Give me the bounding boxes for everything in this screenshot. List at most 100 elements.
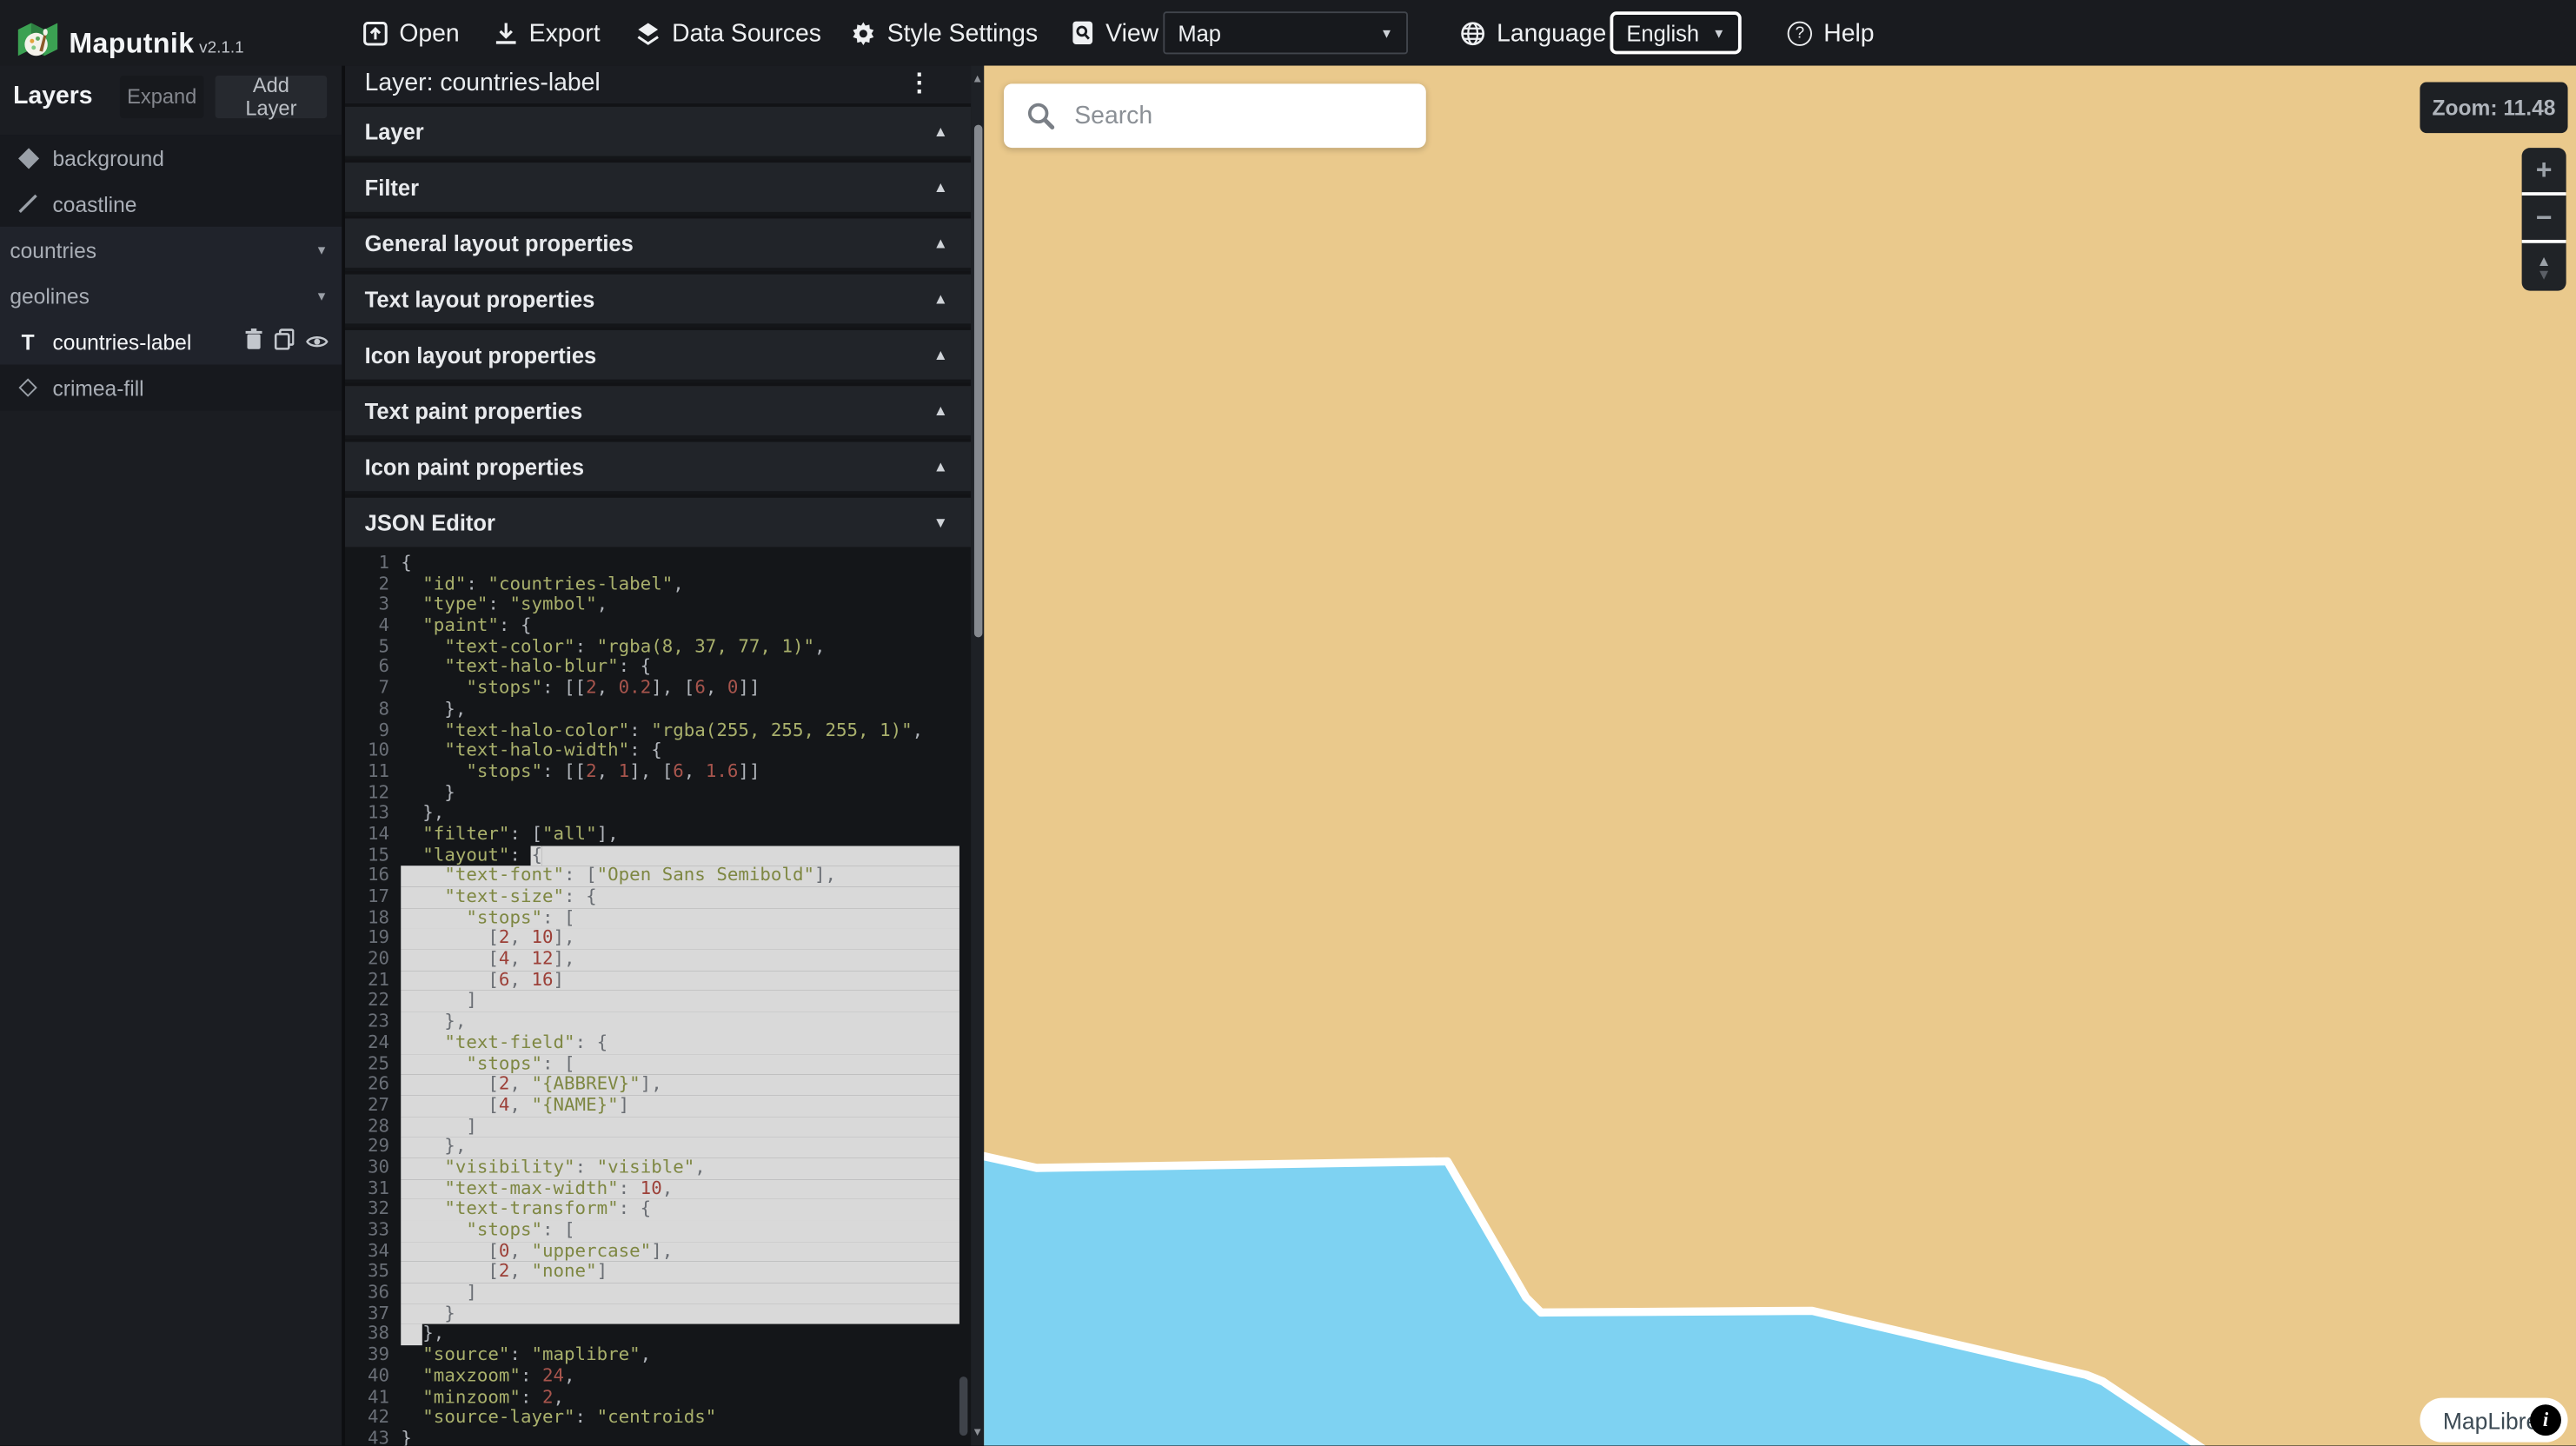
map-attribution: MapLibre i [2420,1398,2567,1443]
json-code-editor[interactable]: 1234567891011121314151617181920212223242… [345,547,971,1445]
view-mode-value: Map [1178,21,1221,45]
code-line[interactable]: "stops": [[2, 1], [6, 1.6]] [401,762,959,783]
app-version: v2.1.1 [199,39,244,57]
code-line[interactable]: "id": "countries-label", [401,574,959,595]
code-line[interactable]: "text-field": { [401,1033,959,1054]
panel-scrollbar-thumb[interactable] [973,125,981,638]
scroll-up-icon[interactable]: ▲ [971,74,984,85]
section-text-paint[interactable]: Text paint properties ▲ [345,382,971,434]
code-line[interactable]: }, [401,700,959,720]
code-line[interactable]: } [401,1429,959,1445]
search-input[interactable] [1071,100,1425,131]
view-menu-item[interactable]: View [1071,0,1159,66]
code-line[interactable]: "text-transform": { [401,1200,959,1221]
section-json-editor[interactable]: JSON Editor ▼ [345,494,971,547]
layer-group-geolines[interactable]: geolines ▾ [0,273,342,319]
section-filter[interactable]: Filter ▲ [345,159,971,211]
layer-item-background[interactable]: background [0,135,342,181]
code-line[interactable]: { [401,554,959,574]
code-line[interactable]: [2, 10], [401,929,959,950]
open-menu-item[interactable]: Open [363,0,460,66]
layer-item-coastline[interactable]: coastline [0,181,342,227]
layer-editor-title: Layer: countries-label [365,69,601,96]
code-line[interactable]: }, [401,1324,959,1345]
layer-item-countries-label[interactable]: T countries-label [0,319,342,365]
code-line[interactable]: [2, "none"] [401,1262,959,1283]
layer-options-kebab-icon[interactable]: ⋮ [906,68,931,97]
export-label: Export [529,19,601,47]
code-line[interactable]: [2, "{ABBREV}"], [401,1075,959,1096]
code-line[interactable]: "minzoom": 2, [401,1387,959,1408]
code-line[interactable]: [0, "uppercase"], [401,1241,959,1262]
section-text-layout[interactable]: Text layout properties ▲ [345,271,971,323]
export-menu-item[interactable]: Export [495,0,601,66]
code-line[interactable]: "text-halo-color": "rgba(255, 255, 255, … [401,720,959,741]
code-line[interactable]: } [401,783,959,804]
code-line[interactable]: "text-size": { [401,887,959,908]
zoom-out-button[interactable]: − [2522,196,2566,243]
editor-scrollbar-thumb[interactable] [959,1376,967,1436]
duplicate-layer-icon[interactable] [275,328,295,355]
section-icon-layout[interactable]: Icon layout properties ▲ [345,327,971,379]
layer-item-crimea-fill[interactable]: crimea-fill [0,365,342,411]
section-icon-paint[interactable]: Icon paint properties ▲ [345,439,971,491]
code-line[interactable]: ] [401,1117,959,1138]
code-line[interactable]: }, [401,1138,959,1158]
code-line[interactable]: "text-halo-width": { [401,741,959,762]
code-line[interactable]: "text-max-width": 10, [401,1179,959,1200]
toggle-visibility-eye-icon[interactable] [306,329,329,354]
code-line[interactable]: "stops": [ [401,1054,959,1075]
code-line[interactable]: "maxzoom": 24, [401,1366,959,1387]
zoom-in-button[interactable]: + [2522,148,2566,196]
code-line[interactable]: "text-halo-blur": { [401,658,959,679]
scroll-down-icon[interactable]: ▼ [971,1428,984,1439]
language-select[interactable]: English ▼ [1610,11,1741,54]
code-line[interactable]: [6, 16] [401,971,959,992]
section-general-layout[interactable]: General layout properties ▲ [345,216,971,268]
code-line[interactable]: "filter": ["all"], [401,825,959,846]
code-line[interactable]: [4, "{NAME}"] [401,1096,959,1117]
expand-button[interactable]: Expand [120,75,203,117]
code-line[interactable]: "text-color": "rgba(8, 37, 77, 1)", [401,637,959,658]
code-line[interactable]: "source-layer": "centroids" [401,1408,959,1429]
attribution-link[interactable]: MapLibre [2443,1407,2539,1433]
code-line[interactable]: ] [401,1283,959,1303]
language-menu-item: Language [1460,0,1606,66]
chevron-down-icon: ▾ [318,287,326,305]
code-line[interactable]: }, [401,804,959,825]
compass-reset-bearing-button[interactable]: ▲▼ [2522,243,2566,291]
layer-group-countries[interactable]: countries ▾ [0,227,342,273]
line-icon [13,192,43,215]
code-line[interactable]: "type": "symbol", [401,595,959,616]
code-line[interactable]: "text-font": ["Open Sans Semibold"], [401,866,959,887]
code-line[interactable]: "stops": [[2, 0.2], [6, 0]] [401,679,959,700]
code-line[interactable]: "paint": { [401,616,959,637]
code-line[interactable]: "stops": [ [401,1220,959,1241]
map-canvas[interactable]: Zoom: 11.48 + − ▲▼ MapLibre i [984,66,2576,1446]
section-layer[interactable]: Layer ▲ [345,103,971,156]
chevron-down-icon: ▼ [1380,25,1393,40]
add-layer-button[interactable]: Add Layer [216,75,328,117]
panel-scrollbar[interactable]: ▲ ▼ [971,66,984,1446]
info-icon[interactable]: i [2530,1404,2561,1436]
code-line[interactable]: "stops": [ [401,908,959,929]
code-line[interactable]: [4, 12], [401,950,959,971]
code-lines[interactable]: { "id": "countries-label", "type": "symb… [401,554,959,1445]
data-sources-menu-item[interactable]: Data Sources [636,0,821,66]
style-settings-menu-item[interactable]: Style Settings [851,0,1038,66]
code-line[interactable]: "source": "maplibre", [401,1345,959,1366]
layers-panel-title: Layers [13,83,92,110]
code-line[interactable]: ] [401,992,959,1012]
outline-diamond-icon [13,381,43,395]
delete-layer-icon[interactable] [245,328,263,355]
code-line[interactable]: "visibility": "visible", [401,1158,959,1179]
code-line[interactable]: "layout": { [401,846,959,866]
help-menu-item[interactable]: ? Help [1788,0,1875,66]
zoom-level-badge: Zoom: 11.48 [2420,83,2567,134]
top-toolbar: Maputnik v2.1.1 Open Export Data Sources [0,0,2576,66]
view-mode-select[interactable]: Map ▼ [1163,11,1408,54]
language-value: English [1626,21,1699,45]
code-line[interactable]: }, [401,1012,959,1033]
code-line[interactable]: } [401,1303,959,1324]
maputnik-logo-icon [17,18,59,70]
